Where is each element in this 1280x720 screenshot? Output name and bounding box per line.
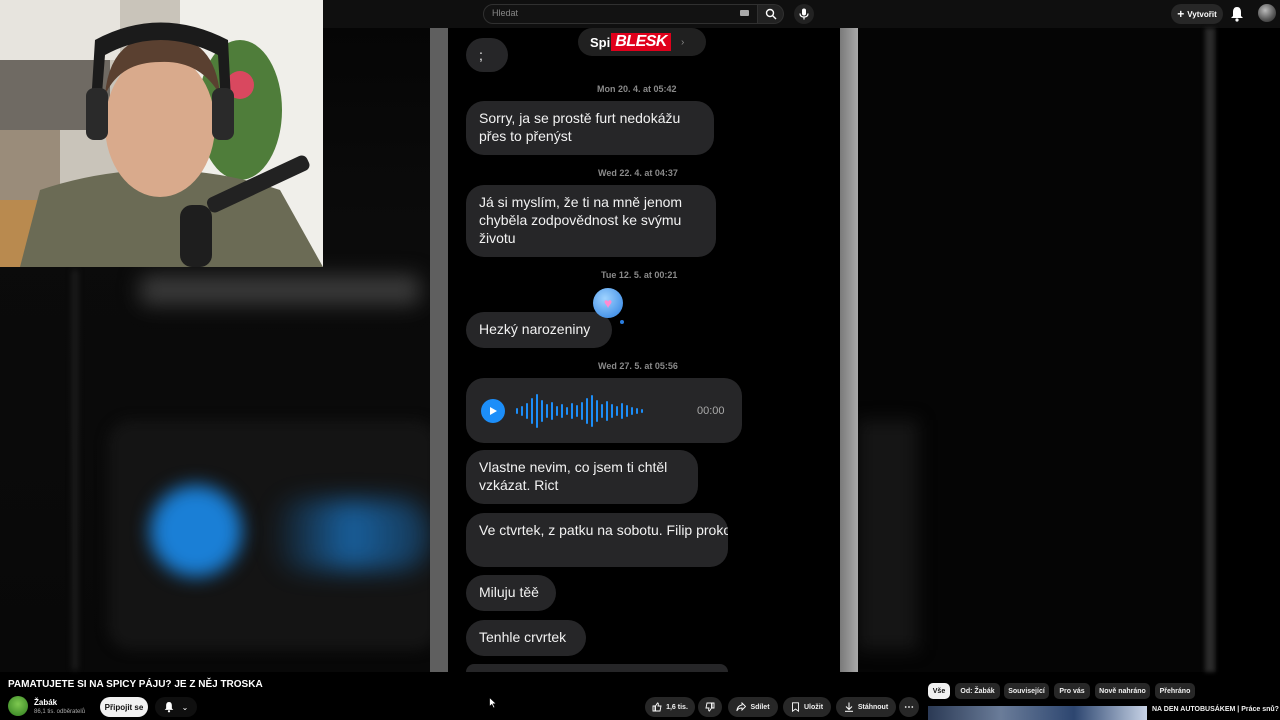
voice-message-duration: 00:00 xyxy=(697,405,725,417)
message-bubble: ; xyxy=(466,38,508,72)
notifications-button[interactable] xyxy=(1230,6,1244,27)
channel-avatar[interactable] xyxy=(8,696,28,716)
chip-from-channel[interactable]: Od: Žabák xyxy=(955,683,1000,699)
blurred-play-circle xyxy=(150,485,242,577)
share-icon xyxy=(736,702,747,712)
plus-icon: + xyxy=(1177,7,1185,21)
message-bubble: Hezký narozeniny xyxy=(466,312,612,348)
phone-frame-right xyxy=(840,28,858,672)
join-button[interactable]: Připojit se xyxy=(100,697,148,717)
download-button[interactable]: Stáhnout xyxy=(836,697,896,717)
share-label: Sdílet xyxy=(750,703,770,711)
share-button[interactable]: Sdílet xyxy=(728,697,778,717)
download-icon xyxy=(844,702,853,712)
brand-blesk: BLESK xyxy=(611,33,671,51)
message-bubble: Miluju těě xyxy=(466,575,556,611)
mouse-cursor-icon xyxy=(489,697,497,709)
brand-spi: Spi xyxy=(590,34,611,50)
chip-watched[interactable]: Přehráno xyxy=(1155,683,1195,699)
bookmark-icon xyxy=(792,702,799,712)
heart-reaction-icon: ♥ xyxy=(593,288,623,318)
chevron-down-icon: ⌄ xyxy=(181,702,189,712)
blurred-edge-right xyxy=(1205,28,1215,672)
blurred-edge xyxy=(72,270,78,670)
message-bubble-partial xyxy=(466,664,728,672)
message-bubble: Vlastne nevim, co jsem ti chtěl vzkázat.… xyxy=(466,450,698,504)
notification-bell-button[interactable]: ⌄ xyxy=(155,697,197,717)
thumbs-up-icon xyxy=(652,702,662,712)
waveform-icon xyxy=(516,394,643,428)
more-icon: ⋯ xyxy=(904,701,914,713)
message-timestamp: Mon 20. 4. at 05:42 xyxy=(597,84,677,94)
search-icon xyxy=(765,8,776,20)
channel-name[interactable]: Žabák xyxy=(34,698,57,707)
spi-blesk-logo: Spi BLESK › xyxy=(578,28,706,56)
create-button[interactable]: + Vytvořit xyxy=(1171,4,1223,24)
streamer-picture xyxy=(0,0,323,267)
recommendation-title[interactable]: NA DEN AUTOBUSÁKEM | Práce snů? xyxy=(1152,706,1279,713)
dislike-button[interactable] xyxy=(698,697,722,717)
thumbs-down-icon xyxy=(705,702,715,712)
voice-search-button[interactable] xyxy=(794,4,814,24)
like-count: 1,6 tis. xyxy=(666,703,688,711)
create-label: Vytvořit xyxy=(1187,9,1217,19)
microphone-icon xyxy=(799,8,809,20)
phone-frame-left xyxy=(430,28,448,672)
play-icon xyxy=(481,399,505,423)
blurred-waveform xyxy=(270,500,430,570)
message-bubble: Já si myslím, že ti na mně jenom chyběla… xyxy=(466,185,716,257)
chip-all[interactable]: Vše xyxy=(928,683,950,699)
channel-subscribers: 86,1 tis. odběratelů xyxy=(34,709,86,715)
message-bubble: Sorry, ja se prostě furt nedokážu přes t… xyxy=(466,101,714,155)
message-bubble: Tenhle crvrtek xyxy=(466,620,586,656)
blurred-card-right xyxy=(858,420,918,650)
message-timestamp: Wed 27. 5. at 05:56 xyxy=(598,361,678,371)
message-bubble: Ve ctvrtek, z patku na sobotu. Filip pro… xyxy=(466,513,728,567)
reaction-dot xyxy=(620,320,624,324)
recommendation-thumbnail[interactable] xyxy=(928,706,1147,720)
like-button[interactable]: 1,6 tis. xyxy=(645,697,695,717)
bell-icon xyxy=(164,702,173,713)
video-title: PAMATUJETE SI NA SPICY PÁJU? JE Z NĚJ TR… xyxy=(8,679,263,690)
webcam-overlay xyxy=(0,0,323,267)
bell-icon xyxy=(1231,7,1243,22)
chip-for-you[interactable]: Pro vás xyxy=(1054,683,1090,699)
blurred-text xyxy=(140,275,420,305)
search-input[interactable] xyxy=(483,4,758,24)
chevron-right-icon: › xyxy=(680,36,685,48)
search-placeholder: Hledat xyxy=(492,8,519,18)
save-label: Uložit xyxy=(803,703,824,711)
message-timestamp: Wed 22. 4. at 04:37 xyxy=(598,168,678,178)
account-avatar[interactable] xyxy=(1258,4,1276,22)
download-label: Stáhnout xyxy=(857,703,889,711)
chip-related[interactable]: Související xyxy=(1004,683,1049,699)
message-timestamp: Tue 12. 5. at 00:21 xyxy=(601,270,678,280)
chip-recently-uploaded[interactable]: Nově nahráno xyxy=(1095,683,1150,699)
save-button[interactable]: Uložit xyxy=(783,697,831,717)
keyboard-icon[interactable] xyxy=(740,10,749,16)
more-actions-button[interactable]: ⋯ xyxy=(899,697,919,717)
search-button[interactable] xyxy=(758,4,784,24)
